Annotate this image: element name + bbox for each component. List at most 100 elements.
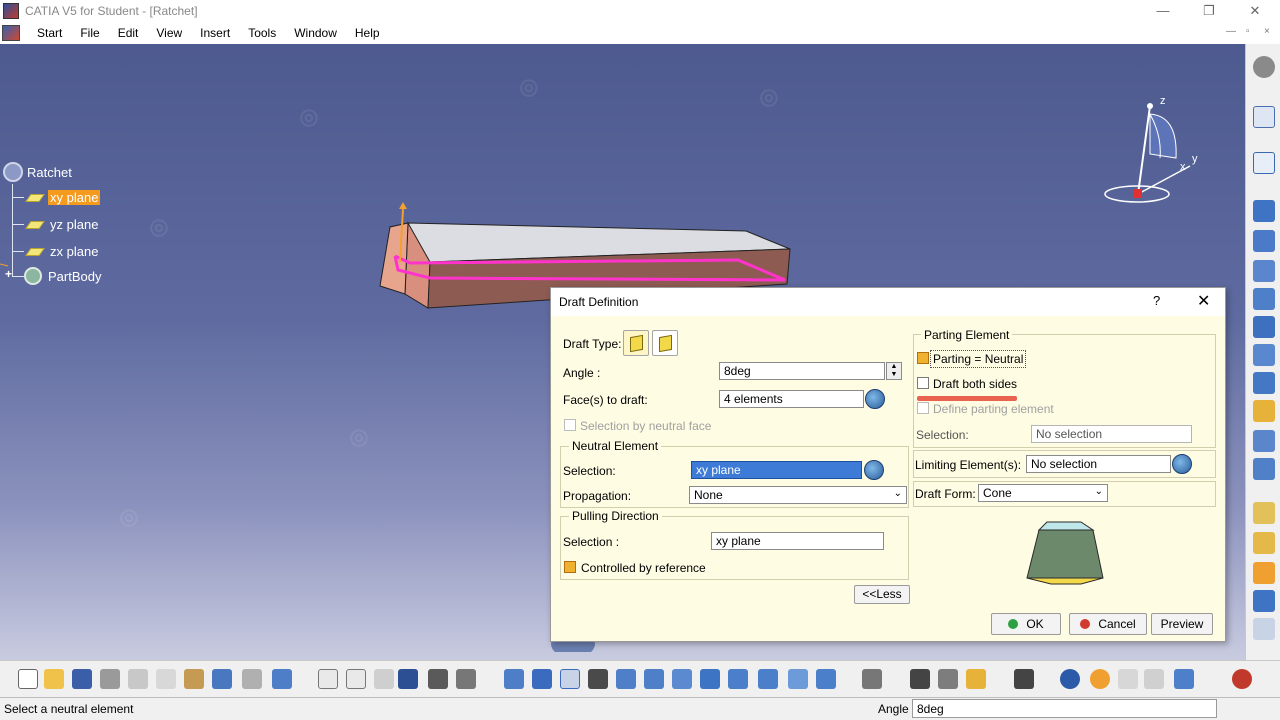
lock-icon[interactable] bbox=[428, 669, 448, 689]
faces-to-draft-input[interactable]: 4 elements bbox=[719, 390, 864, 408]
tree-item-label[interactable]: PartBody bbox=[46, 269, 103, 284]
pad-icon[interactable] bbox=[1253, 200, 1275, 222]
parting-selection-input[interactable]: No selection bbox=[1031, 425, 1192, 443]
doc-restore-button[interactable]: ▫ bbox=[1246, 26, 1250, 37]
rib-icon[interactable] bbox=[1253, 458, 1275, 480]
tree-root[interactable]: Ratchet bbox=[3, 162, 72, 182]
3d-compass-icon[interactable] bbox=[1174, 669, 1194, 689]
slot-icon[interactable] bbox=[1253, 502, 1275, 524]
tree-item-label[interactable]: zx plane bbox=[48, 244, 100, 259]
tree-item-label[interactable]: xy plane bbox=[48, 190, 101, 205]
menu-edit[interactable]: Edit bbox=[109, 22, 148, 44]
neutral-edit-list-icon[interactable] bbox=[864, 460, 884, 480]
angle-spinner[interactable]: ▲ ▼ bbox=[886, 362, 902, 380]
menu-tools[interactable]: Tools bbox=[239, 22, 285, 44]
save-icon[interactable] bbox=[72, 669, 92, 689]
pattern-icon[interactable] bbox=[456, 669, 476, 689]
iso-view-icon[interactable] bbox=[700, 669, 720, 689]
minimize-button[interactable]: — bbox=[1140, 0, 1186, 22]
apply-material-icon[interactable] bbox=[862, 669, 882, 689]
dialog-title-bar[interactable]: Draft Definition ? ✕ bbox=[551, 288, 1225, 316]
undo-icon[interactable] bbox=[212, 669, 232, 689]
compass[interactable]: z x y bbox=[1100, 95, 1210, 211]
doc-minimize-button[interactable]: — bbox=[1226, 26, 1236, 37]
menu-view[interactable]: View bbox=[147, 22, 191, 44]
pocket-icon[interactable] bbox=[1253, 230, 1275, 252]
loft-icon[interactable] bbox=[1253, 562, 1275, 584]
tree-item-label[interactable]: yz plane bbox=[48, 217, 100, 232]
measure-item-icon[interactable] bbox=[966, 669, 986, 689]
update-icon[interactable] bbox=[1060, 669, 1080, 689]
pulling-selection-input[interactable]: xy plane bbox=[711, 532, 884, 550]
table-icon[interactable] bbox=[398, 669, 418, 689]
draft-both-sides-checkbox[interactable] bbox=[917, 377, 929, 389]
cancel-button[interactable]: Cancel bbox=[1069, 613, 1147, 635]
dimension-icon[interactable] bbox=[1144, 669, 1164, 689]
sketcher-grid-icon[interactable] bbox=[1090, 669, 1110, 689]
formula-icon[interactable] bbox=[318, 669, 338, 689]
select-arrow-icon[interactable] bbox=[1253, 106, 1275, 128]
doc-close-button[interactable]: × bbox=[1264, 26, 1270, 37]
fly-icon[interactable] bbox=[504, 669, 524, 689]
faces-edit-list-icon[interactable] bbox=[865, 389, 885, 409]
rotate-icon[interactable] bbox=[588, 669, 608, 689]
selection-by-neutral-face-checkbox[interactable] bbox=[564, 419, 576, 431]
catalog-icon[interactable] bbox=[910, 669, 930, 689]
constant-angle-draft-button[interactable] bbox=[623, 330, 649, 356]
quick-view-icon[interactable] bbox=[728, 669, 748, 689]
shell-icon[interactable] bbox=[1253, 400, 1275, 422]
controlled-by-reference-checkbox[interactable] bbox=[564, 561, 576, 573]
open-icon[interactable] bbox=[44, 669, 64, 689]
tree-root-label[interactable]: Ratchet bbox=[27, 165, 72, 180]
capture-icon[interactable] bbox=[1014, 669, 1034, 689]
redo-icon[interactable] bbox=[242, 669, 262, 689]
menu-insert[interactable]: Insert bbox=[191, 22, 239, 44]
limiting-elements-input[interactable]: No selection bbox=[1026, 455, 1171, 473]
menu-start[interactable]: Start bbox=[28, 22, 71, 44]
chamfer-icon[interactable] bbox=[1253, 344, 1275, 366]
zoom-in-icon[interactable] bbox=[616, 669, 636, 689]
tree-item-partbody[interactable]: PartBody bbox=[12, 267, 103, 285]
normal-view-icon[interactable] bbox=[672, 669, 692, 689]
limiting-edit-list-icon[interactable] bbox=[1172, 454, 1192, 474]
comment-icon[interactable] bbox=[346, 669, 366, 689]
menu-file[interactable]: File bbox=[71, 22, 108, 44]
tree-item-yz-plane[interactable]: yz plane bbox=[12, 217, 100, 232]
knowledge-icon[interactable] bbox=[374, 669, 394, 689]
neutral-selection-input[interactable]: xy plane bbox=[691, 461, 862, 479]
paste-icon[interactable] bbox=[184, 669, 204, 689]
document-icon[interactable] bbox=[2, 25, 20, 41]
stiffener-icon[interactable] bbox=[1253, 532, 1275, 554]
less-button[interactable]: <<Less bbox=[854, 585, 910, 604]
status-angle-input[interactable]: 8deg bbox=[912, 699, 1217, 718]
variable-angle-draft-button[interactable] bbox=[652, 330, 678, 356]
draft-icon[interactable] bbox=[1253, 372, 1275, 394]
dialog-help-button[interactable]: ? bbox=[1153, 293, 1160, 308]
copy-icon[interactable] bbox=[156, 669, 176, 689]
define-parting-element-checkbox[interactable] bbox=[917, 402, 929, 414]
shaft-icon[interactable] bbox=[1253, 260, 1275, 282]
swap-icon[interactable] bbox=[816, 669, 836, 689]
multi-pad-icon[interactable] bbox=[1253, 618, 1275, 640]
gear-icon[interactable] bbox=[1253, 56, 1275, 78]
menu-help[interactable]: Help bbox=[346, 22, 389, 44]
close-button[interactable]: ✕ bbox=[1232, 0, 1278, 22]
hide-show-icon[interactable] bbox=[788, 669, 808, 689]
measure-between-icon[interactable] bbox=[938, 669, 958, 689]
restore-button[interactable]: ❐ bbox=[1186, 0, 1232, 22]
thickness-icon[interactable] bbox=[1253, 430, 1275, 452]
whats-this-icon[interactable] bbox=[272, 669, 292, 689]
ok-button[interactable]: OK bbox=[991, 613, 1061, 635]
new-icon[interactable] bbox=[18, 669, 38, 689]
tree-item-zx-plane[interactable]: zx plane bbox=[12, 244, 100, 259]
axis-icon[interactable] bbox=[1118, 669, 1138, 689]
preview-button[interactable]: Preview bbox=[1151, 613, 1213, 635]
draft-form-select[interactable]: Cone ⌄ bbox=[978, 484, 1108, 502]
remove-loft-icon[interactable] bbox=[1253, 590, 1275, 612]
hole-icon[interactable] bbox=[1253, 288, 1275, 310]
print-icon[interactable] bbox=[100, 669, 120, 689]
parting-neutral-checkbox[interactable] bbox=[917, 352, 929, 364]
fit-all-icon[interactable] bbox=[532, 669, 552, 689]
sketch-icon[interactable] bbox=[1253, 152, 1275, 174]
pan-icon[interactable] bbox=[560, 669, 580, 689]
